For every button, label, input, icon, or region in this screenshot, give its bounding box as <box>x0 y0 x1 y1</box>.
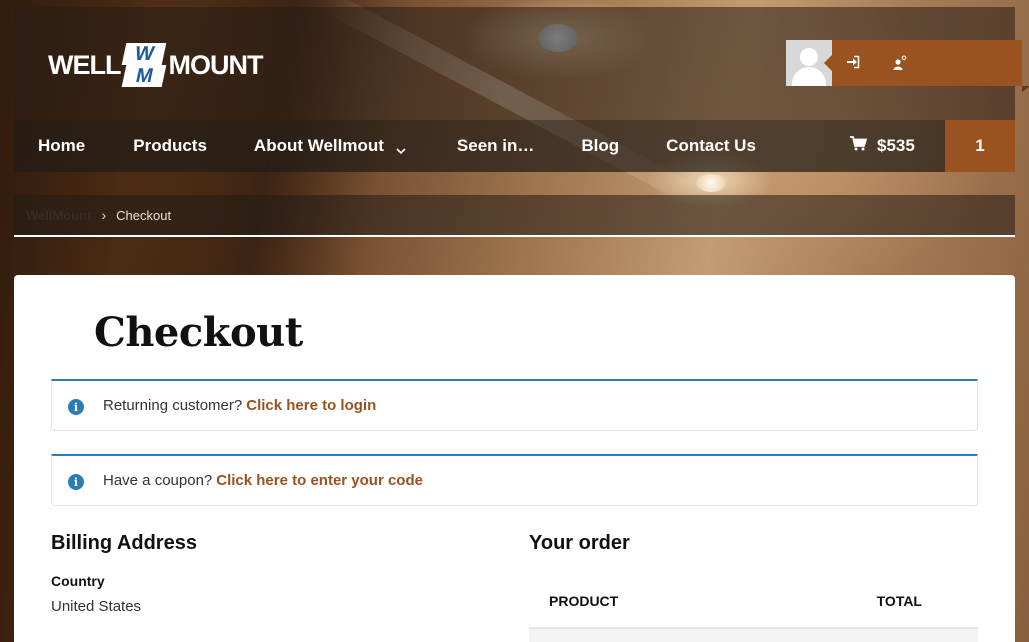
nav-item-about-label: About Wellmout <box>253 136 384 155</box>
main-navigation: Home Products About Wellmout Seen in… Bl… <box>14 120 1015 172</box>
returning-customer-notice: i Returning customer? Click here to logi… <box>51 379 978 431</box>
coupon-text: Have a coupon? <box>103 472 213 489</box>
login-link[interactable]: Click here to login <box>246 397 376 414</box>
logo-text-left: WELL <box>48 49 121 80</box>
nav-item-about[interactable]: About Wellmout <box>254 120 406 172</box>
enter-coupon-link[interactable]: Click here to enter your code <box>216 472 423 489</box>
column-header-total: TOTAL <box>876 593 922 609</box>
breadcrumb-home-link[interactable]: WellMount <box>26 208 91 223</box>
country-value: United States <box>51 598 142 615</box>
logo-mark-bottom: M <box>122 65 167 87</box>
user-actions <box>824 40 1029 92</box>
nav-item-home[interactable]: Home <box>38 120 85 172</box>
nav-item-products[interactable]: Products <box>133 120 207 172</box>
cart-count-badge[interactable]: 1 <box>945 120 1015 172</box>
order-table-header: PRODUCT TOTAL <box>529 575 978 629</box>
column-header-product: PRODUCT <box>549 593 619 609</box>
logo-mark-top: W <box>122 43 167 65</box>
billing-address-heading: Billing Address <box>51 532 197 554</box>
info-icon: i <box>68 399 84 415</box>
nav-item-blog[interactable]: Blog <box>581 120 619 172</box>
breadcrumb-separator: › <box>101 207 107 223</box>
table-row <box>529 629 978 642</box>
user-account-box <box>786 40 1029 92</box>
returning-customer-text: Returning customer? <box>103 397 243 414</box>
background-ceiling-light-2 <box>696 174 726 192</box>
cart-summary[interactable]: $535 <box>850 120 915 172</box>
coupon-notice: i Have a coupon? Click here to enter you… <box>51 454 978 506</box>
nav-item-contact[interactable]: Contact Us <box>666 120 756 172</box>
site-logo[interactable]: WELL W M MOUNT <box>48 40 263 90</box>
your-order-heading: Your order <box>529 532 630 554</box>
info-icon: i <box>68 474 84 490</box>
site-header: WELL W M MOUNT <box>14 7 1029 120</box>
user-plus-icon[interactable] <box>892 55 908 71</box>
nav-item-seen-in[interactable]: Seen in… <box>457 120 534 172</box>
sign-in-icon[interactable] <box>846 55 862 71</box>
cart-total: $535 <box>877 136 915 155</box>
logo-text-right: MOUNT <box>168 49 263 80</box>
shopping-cart-icon <box>850 136 868 156</box>
order-table: PRODUCT TOTAL <box>529 575 978 642</box>
breadcrumb: WellMount › Checkout <box>14 195 1015 237</box>
breadcrumb-current: Checkout <box>116 207 172 223</box>
chevron-down-icon <box>396 141 406 155</box>
checkout-card: Checkout i Returning customer? Click her… <box>14 275 1015 642</box>
country-label: Country <box>51 573 105 589</box>
logo-mark: W M <box>122 41 167 89</box>
page-title: Checkout <box>94 309 303 356</box>
